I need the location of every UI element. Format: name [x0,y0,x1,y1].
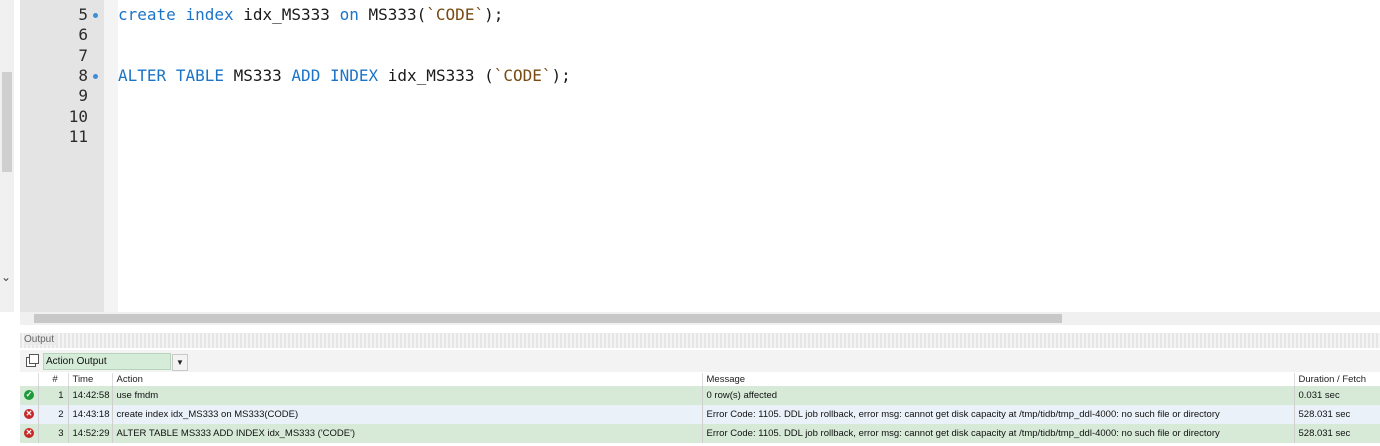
column-header[interactable] [20,373,39,386]
status-cell: ✓ [20,386,39,405]
row-number-cell: 3 [38,424,69,443]
sql-text: ); [551,65,571,85]
duration-cell: 0.031 sec [1294,386,1380,405]
sql-text: MS333 [223,65,292,85]
time-cell: 14:43:18 [68,405,113,424]
sql-text: ); [484,5,504,24]
action-output-table: # Time Action Message Duration / Fetch ✓ 1 14:… [20,373,1380,443]
statement-marker-icon [93,73,98,79]
row-number-cell: 2 [38,405,69,424]
output-toolbar: Action Output ▼ [20,350,1380,372]
action-cell: ALTER TABLE MS333 ADD INDEX idx_MS333 ('… [112,424,703,443]
column-header[interactable]: Time [68,373,113,386]
scrollbar-thumb[interactable] [2,72,12,172]
table-row[interactable]: ✓ 1 14:42:58 use fmdm 0 row(s) affected 0.031… [20,386,1380,405]
left-vertical-scrollbar[interactable]: ⌄ [0,0,14,312]
output-panel-header: Output [20,333,1380,348]
message-cell: Error Code: 1105. DDL job rollback, erro… [702,424,1295,443]
status-cell: ✕ [20,424,39,443]
x-circle-icon: ✕ [24,409,34,420]
code-line[interactable]: ALTER TABLE MS333 ADD INDEX idx_MS333 (`… [118,66,571,86]
duration-cell: 528.031 sec [1294,405,1380,424]
duration-cell: 528.031 sec [1294,424,1380,443]
horizontal-scrollbar[interactable] [20,312,1380,325]
column-header[interactable]: Duration / Fetch [1294,373,1380,386]
column-header[interactable]: Action [112,373,703,386]
row-number-cell: 1 [38,386,69,405]
code-line[interactable]: create index idx_MS333 on MS333(`CODE`); [118,5,503,25]
line-number: 6 [78,25,88,45]
x-circle-icon: ✕ [24,428,34,439]
chevron-down-icon[interactable]: ▼ [172,354,188,371]
sql-text: idx_MS333 ( [378,65,494,85]
action-cell: use fmdm [112,386,703,405]
line-number: 10 [68,106,88,126]
sql-text: MS333( [358,5,427,24]
sql-keyword: ALTER [118,65,167,85]
sql-editor[interactable]: ⌄ create index idx_MS333 on MS333(`CODE`… [0,0,1380,312]
scrollbar-thumb[interactable] [34,314,1062,323]
sql-identifier-quoted: `CODE` [426,5,485,24]
sql-keyword: ADD [291,65,321,85]
line-number: 9 [78,86,88,106]
chevron-down-icon[interactable]: ⌄ [1,270,11,284]
sql-keyword: INDEX [329,65,379,85]
table-header-row: # Time Action Message Duration / Fetch [20,373,1380,386]
time-cell: 14:52:29 [68,424,113,443]
sql-keyword: create [118,5,176,24]
table-row[interactable]: ✕ 3 14:52:29 ALTER TABLE MS333 ADD INDEX id… [20,424,1380,443]
status-cell: ✕ [20,405,39,424]
line-number: 8 [78,65,88,85]
time-cell: 14:42:58 [68,386,113,405]
line-number: 5 [78,5,88,24]
line-number: 11 [68,126,88,146]
line-number: 7 [78,45,88,65]
column-header[interactable]: # [38,373,69,386]
check-circle-icon: ✓ [24,390,34,401]
table-row[interactable]: ✕ 2 14:43:18 create index idx_MS333 on MS33… [20,405,1380,424]
message-cell: Error Code: 1105. DDL job rollback, erro… [702,405,1295,424]
sql-keyword: index [185,5,234,24]
action-cell: create index idx_MS333 on MS333(CODE) [112,405,703,424]
column-header[interactable]: Message [702,373,1295,386]
sql-keyword: on [339,5,359,24]
output-view-selected: Action Output [46,356,107,367]
sql-identifier-quoted: `CODE` [493,65,552,85]
message-cell: 0 row(s) affected [702,386,1295,405]
copy-icon[interactable] [26,354,39,367]
output-title: Output [24,334,59,345]
fold-margin [104,0,118,312]
output-view-select[interactable]: Action Output ▼ [43,353,188,371]
sql-keyword: TABLE [175,65,224,85]
sql-text: idx_MS333 [233,5,340,24]
statement-marker-icon [93,13,98,18]
